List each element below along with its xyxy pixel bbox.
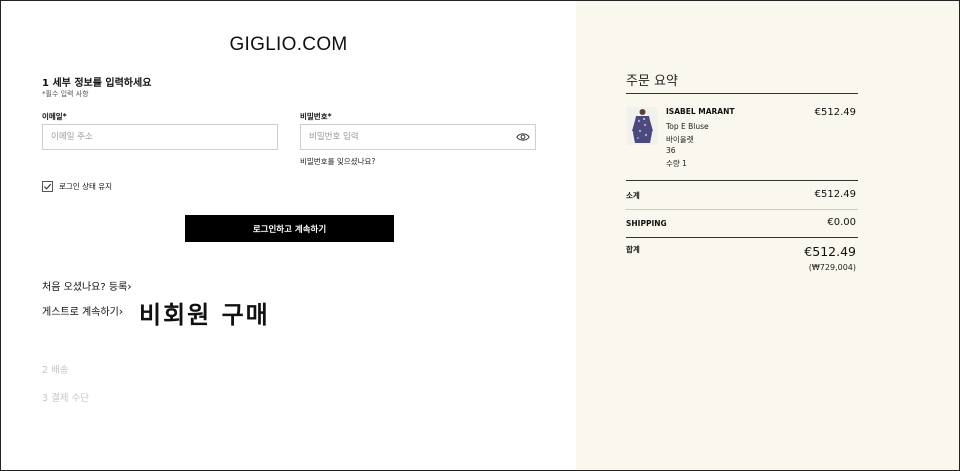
shipping-label: SHIPPING — [626, 219, 667, 228]
register-link[interactable]: 처음 오셨나요? 등록› — [42, 278, 132, 293]
item-quantity: 수량 1 — [666, 159, 687, 168]
login-panel: GIGLIO.COM 1 세부 정보를 입력하세요 *필수 입력 사항 이메일*… — [1, 1, 576, 470]
required-note: *필수 입력 사항 — [42, 90, 89, 98]
item-name: Top E Bluse — [666, 122, 709, 131]
order-summary-title: 주문 요약 — [626, 74, 678, 89]
remember-me-label: 로그인 상태 유지 — [59, 182, 113, 191]
checkmark-icon — [43, 183, 52, 190]
chevron-right-icon: › — [118, 305, 124, 318]
email-input[interactable] — [42, 124, 278, 150]
subtotal-label: 소계 — [626, 191, 640, 200]
summary-divider — [626, 237, 858, 238]
nonmember-purchase-annotation: 비회원 구매 — [139, 301, 270, 329]
summary-divider — [626, 93, 858, 94]
chevron-right-icon: › — [127, 280, 132, 293]
order-summary-panel: 주문 요약 ISABEL MARANT Top E Bluse 바이올렛 36 … — [576, 1, 959, 470]
email-label: 이메일* — [42, 112, 67, 121]
summary-divider — [626, 209, 858, 210]
checkout-page: GIGLIO.COM 1 세부 정보를 입력하세요 *필수 입력 사항 이메일*… — [0, 0, 960, 471]
show-password-eye-icon[interactable] — [516, 131, 530, 143]
item-price: €512.49 — [814, 107, 856, 118]
forgot-password-link[interactable]: 비밀번호를 잊으셨나요? — [300, 156, 375, 167]
site-logo[interactable]: GIGLIO.COM — [1, 34, 576, 56]
subtotal-value: €512.49 — [814, 189, 856, 200]
step-1-title: 1 세부 정보를 입력하세요 — [42, 78, 152, 89]
item-size: 36 — [666, 146, 676, 155]
summary-divider — [626, 180, 858, 181]
login-continue-button[interactable]: 로그인하고 계속하기 — [185, 215, 394, 242]
product-thumbnail[interactable] — [627, 107, 658, 145]
total-value: €512.49 — [804, 244, 856, 259]
password-label: 비밀번호* — [300, 112, 332, 121]
step-3-payment: 3 결제 수단 — [42, 393, 90, 404]
guest-checkout-label: 게스트로 계속하기 — [42, 307, 119, 318]
remember-me[interactable]: 로그인 상태 유지 — [42, 181, 112, 192]
remember-me-checkbox[interactable] — [42, 181, 53, 192]
step-2-shipping: 2 배송 — [42, 365, 69, 376]
guest-checkout-link[interactable]: 게스트로 계속하기› — [42, 303, 123, 318]
item-color: 바이올렛 — [666, 135, 694, 144]
total-krw-value: (₩729,004) — [808, 263, 856, 272]
password-input[interactable] — [300, 124, 536, 150]
item-brand: ISABEL MARANT — [666, 107, 735, 116]
total-label: 합계 — [626, 245, 640, 254]
shipping-value: €0.00 — [827, 217, 856, 228]
register-link-label: 처음 오셨나요? 등록 — [42, 282, 128, 293]
